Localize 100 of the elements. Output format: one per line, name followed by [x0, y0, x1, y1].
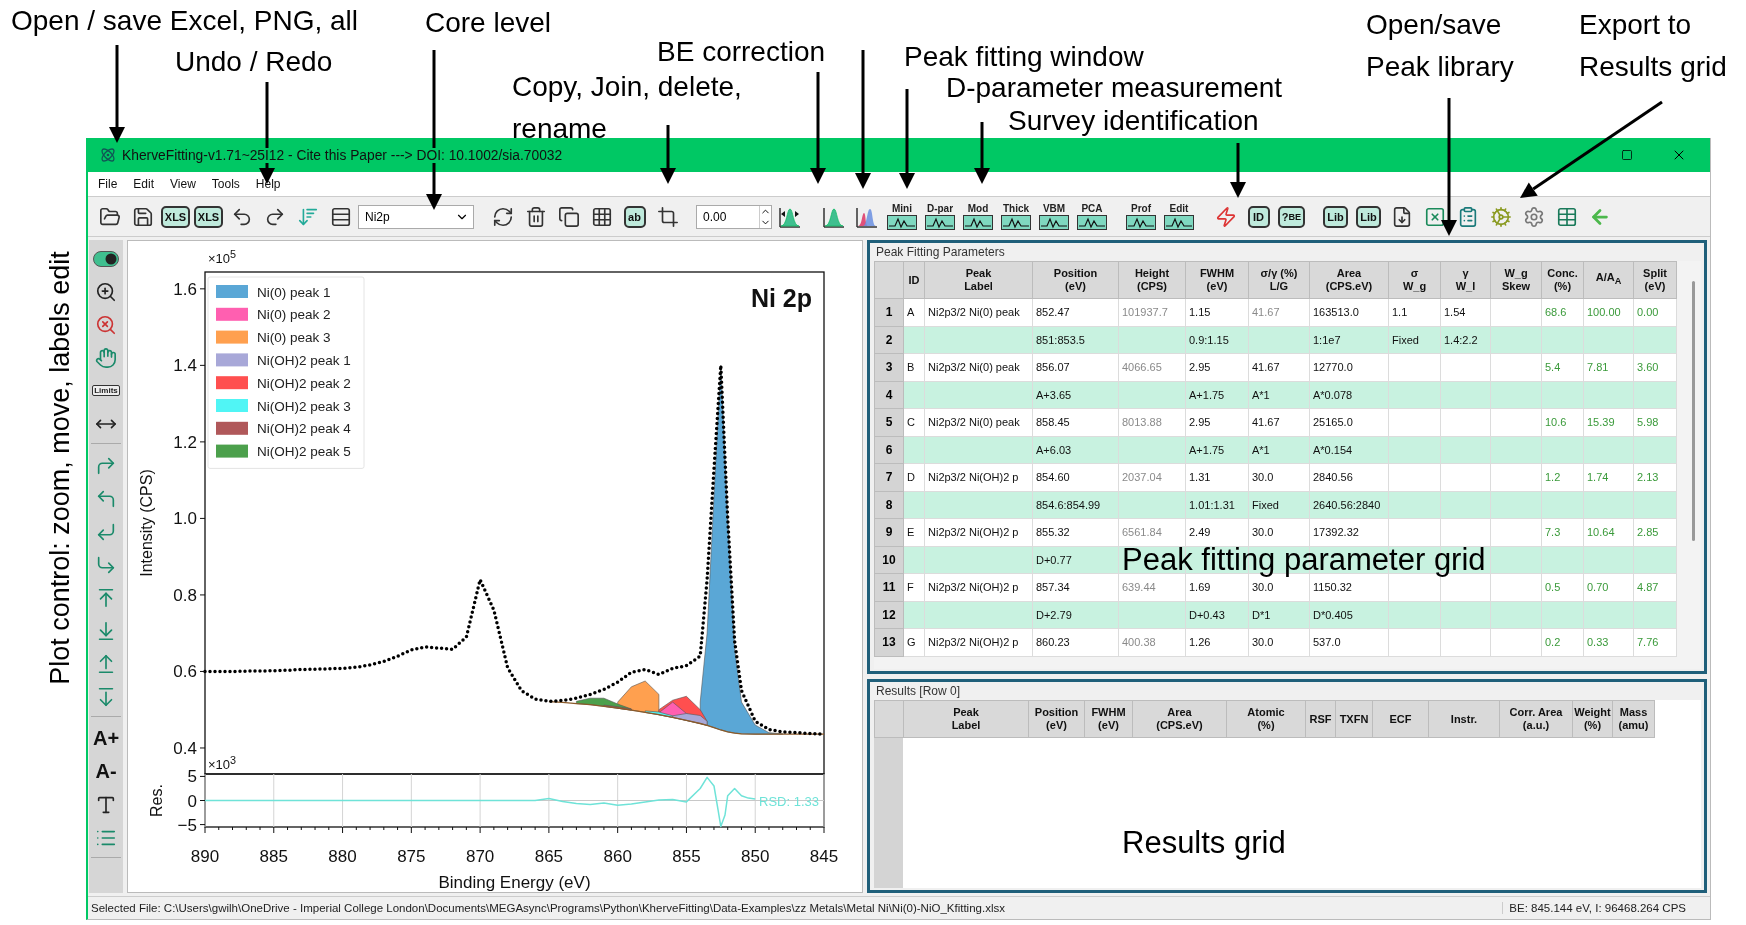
column-header: A/A$_{A}$ — [1583, 261, 1634, 299]
table-cell: 1.31 — [1185, 463, 1249, 491]
table-cell: D*1 — [1248, 601, 1310, 629]
legend-label: Ni(OH)2 peak 1 — [257, 352, 351, 368]
table-cell: A*0.154 — [1309, 436, 1389, 464]
toolbar-button[interactable]: VBM — [1036, 200, 1072, 233]
menu-item[interactable]: View — [164, 175, 202, 193]
lightning-icon — [1214, 205, 1237, 228]
column-header: Instr. — [1428, 700, 1500, 738]
table-cell: A+6.03 — [1032, 436, 1119, 464]
menu-item[interactable]: Tools — [205, 175, 246, 193]
toolbar-button[interactable]: Mini — [884, 200, 920, 233]
menu-item[interactable]: Help — [249, 175, 287, 193]
toggle-switch[interactable] — [93, 250, 119, 267]
toolbar-button[interactable]: PCA — [1074, 200, 1110, 233]
column-header: FWHM (eV) — [1185, 261, 1249, 299]
row-header: 10 — [874, 546, 904, 574]
table-cell: 41.67 — [1248, 298, 1310, 326]
tool-button[interactable]: A+ — [91, 723, 121, 754]
tool-button[interactable]: A- — [91, 756, 121, 787]
column-header: Peak Label — [924, 261, 1033, 299]
scale-label: ×10$^{3}$ — [208, 754, 237, 773]
refresh-icon — [491, 205, 514, 228]
table-icon — [1555, 205, 1578, 228]
status-text: BE: 845.144 eV, I: 96468.264 CPS — [1502, 902, 1710, 914]
row-header: 12 — [874, 601, 904, 629]
tick-label: 0.4 — [173, 739, 197, 758]
table-cell: 8013.88 — [1118, 408, 1186, 436]
table-cell: 17392.32 — [1309, 518, 1389, 546]
toolbar-button[interactable]: Mod — [960, 200, 996, 233]
table-cell: Ni2p3/2 Ni(OH)2 p — [924, 628, 1033, 656]
tick-label: 880 — [328, 847, 357, 866]
annotation-label: Open / save Excel, PNG, all — [11, 4, 359, 38]
row-header: 1 — [874, 298, 904, 326]
core-level-dropdown[interactable]: Ni2p — [358, 204, 474, 229]
column-header: W_g Skew — [1490, 261, 1542, 299]
column-header: ID — [903, 261, 925, 299]
tick-label: 860 — [603, 847, 632, 866]
column-header: Split (eV) — [1633, 261, 1677, 299]
legend-label: Ni(0) peak 1 — [257, 284, 331, 300]
annotation-label: Survey identification — [1008, 104, 1259, 138]
menu-item[interactable]: Edit — [127, 175, 161, 193]
table-cell: 858.45 — [1032, 408, 1119, 436]
table-cell: 854.60 — [1032, 463, 1119, 491]
save-icon — [131, 205, 154, 228]
table-cell: 1:1e7 — [1309, 326, 1389, 354]
tick-label: 855 — [672, 847, 701, 866]
crop-icon — [656, 205, 679, 228]
corner-header — [874, 261, 904, 299]
table-cell: 2037.04 — [1118, 463, 1186, 491]
annotation-label: BE correction — [657, 35, 826, 69]
table-cell: Ni2p3/2 Ni(OH)2 p — [924, 518, 1033, 546]
mini-graph-icon — [1001, 215, 1031, 230]
tick-label: 870 — [465, 847, 495, 866]
settings-icon — [1522, 205, 1545, 228]
column-header: Weight (%) — [1572, 700, 1613, 738]
annotation-label: Open/save Peak library — [1366, 8, 1514, 84]
table-cell: Ni2p3/2 Ni(OH)2 p — [924, 573, 1033, 601]
tick-label: −5 — [177, 815, 197, 835]
table-cell: A+3.65 — [1032, 381, 1119, 409]
toolbar-button[interactable]: D-par — [922, 200, 958, 233]
annotation-label: Peak fitting window — [904, 40, 1144, 74]
table-cell: A*1 — [1248, 436, 1310, 464]
panel-title: Results [Row 0] — [875, 683, 962, 700]
table-cell: Ni2p3/2 Ni(0) peak — [924, 298, 1033, 326]
mini-graph-icon — [1077, 215, 1107, 230]
table-cell: 2840.56 — [1309, 463, 1389, 491]
table-cell: 2.95 — [1185, 408, 1249, 436]
row-header: 3 — [874, 353, 904, 381]
annotation-label: Copy, Join, delete, rename — [512, 70, 742, 146]
row-header: 6 — [874, 436, 904, 464]
table-cell: 1.26 — [1185, 628, 1249, 656]
legend-label: Ni(OH)2 peak 4 — [257, 421, 351, 437]
menu-item[interactable]: File — [92, 175, 124, 193]
table-cell: Fixed — [1248, 491, 1310, 519]
mini-graph-icon — [1039, 215, 1069, 230]
rows-icon — [329, 205, 352, 228]
hand-icon — [95, 346, 117, 369]
row-header: 9 — [874, 518, 904, 546]
toolbar-button[interactable]: Thick — [998, 200, 1034, 233]
mini-graph-icon — [925, 215, 955, 230]
table-cell: 30.0 — [1248, 628, 1310, 656]
column-header: γ W_l — [1440, 261, 1491, 299]
row-header: 2 — [874, 326, 904, 354]
toolbar-button[interactable]: Edit — [1161, 200, 1197, 233]
table-cell: 1150.32 — [1309, 573, 1389, 601]
table-cell: 163513.0 — [1309, 298, 1389, 326]
tick-label: 5 — [187, 767, 197, 787]
table-cell: D+2.79 — [1032, 601, 1119, 629]
column-header: Conc. (%) — [1541, 261, 1584, 299]
toolbar-button[interactable]: Prof — [1123, 200, 1159, 233]
tool-button[interactable]: Limits — [91, 375, 121, 406]
column-header: Position (eV) — [1028, 700, 1085, 738]
table-cell: 0.9:1.15 — [1185, 326, 1249, 354]
be-shift-spinbox[interactable]: 0.00 — [696, 204, 772, 229]
window-title: KherveFitting-v1.71~25I12 - Cite this Paper ---> DOI: 10.1002/sia.70032 — [122, 147, 563, 163]
annotation-label: Plot control: zoom, move, labels edit — [43, 251, 76, 685]
table-cell: 6561.84 — [1118, 518, 1186, 546]
table-cell: 12770.0 — [1309, 353, 1389, 381]
column-header: TXFN — [1335, 700, 1373, 738]
